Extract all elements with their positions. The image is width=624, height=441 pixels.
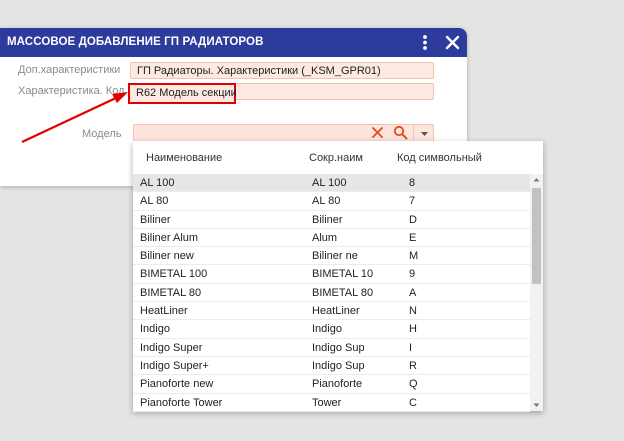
item-code: A (409, 286, 417, 299)
characteristic-code-highlight[interactable]: R62 Модель секции (128, 83, 237, 104)
item-short-name: Biliner (312, 213, 343, 226)
item-short-name: Indigo (312, 323, 342, 336)
model-label: Модель (82, 128, 122, 140)
item-name: Biliner Alum (140, 231, 199, 244)
item-name: AL 100 (140, 177, 175, 189)
dropdown-rows: AL 100 AL 100 8 AL 80 AL 80 7 Biliner Biliner D B… (133, 174, 530, 412)
item-short-name: Biliner ne (312, 250, 358, 263)
item-name: AL 80 (140, 195, 169, 208)
item-code: C (409, 396, 417, 409)
dialog-title: МАССОВОЕ ДОБАВЛЕНИЕ ГП РАДИАТОРОВ (7, 36, 264, 48)
dop-characteristics-label: Доп.характеристики (18, 64, 121, 76)
list-item[interactable]: Indigo Indigo H (133, 320, 530, 339)
item-name: Indigo (140, 323, 170, 336)
clear-x-icon[interactable] (371, 126, 384, 139)
item-code: 7 (409, 195, 416, 208)
item-short-name: HeatLiner (312, 305, 360, 318)
item-code: E (409, 231, 417, 244)
item-name: Indigo Super+ (140, 359, 209, 372)
item-short-name: BIMETAL 10 (312, 268, 374, 281)
dop-characteristics-value: ГП Радиаторы. Характеристики (_KSM_GPR01… (137, 65, 381, 77)
list-item[interactable]: Biliner Biliner D (133, 211, 530, 229)
item-short-name: AL 100 (312, 177, 347, 189)
column-header-short-name[interactable]: Сокр.наим (309, 152, 363, 164)
item-short-name: Indigo Sup (312, 359, 365, 372)
characteristic-code-value: R62 Модель секции (136, 87, 237, 99)
list-item[interactable]: HeatLiner HeatLiner N (133, 302, 530, 321)
list-item[interactable]: Indigo Super Indigo Sup I (133, 339, 530, 357)
scroll-down-icon[interactable] (530, 399, 543, 411)
item-name: BIMETAL 100 (140, 268, 208, 281)
list-item[interactable]: Pianoforte new Pianoforte Q (133, 375, 530, 394)
model-dropdown-list: Наименование Сокр.наим Код символьный AL… (133, 141, 543, 412)
item-name: Indigo Super (140, 341, 203, 354)
list-item[interactable]: Pianoforte Tower Tower C (133, 394, 530, 412)
item-code: I (409, 341, 413, 354)
item-code: M (409, 250, 419, 263)
close-icon[interactable] (444, 34, 461, 51)
scrollbar-thumb[interactable] (532, 188, 541, 284)
item-code: D (409, 213, 417, 226)
item-code: 8 (409, 177, 416, 189)
item-short-name: Tower (312, 396, 342, 409)
item-name: HeatLiner (140, 305, 188, 318)
item-short-name: Pianoforte (312, 378, 363, 391)
item-code: 9 (409, 268, 416, 281)
dialog-titlebar: МАССОВОЕ ДОБАВЛЕНИЕ ГП РАДИАТОРОВ (0, 28, 467, 57)
scroll-up-icon[interactable] (530, 174, 543, 186)
list-item[interactable]: Biliner new Biliner ne M (133, 247, 530, 266)
item-code: Q (409, 378, 418, 391)
list-item[interactable]: Biliner Alum Alum E (133, 229, 530, 248)
list-item[interactable]: BIMETAL 100 BIMETAL 10 9 (133, 265, 530, 284)
item-name: Biliner (140, 213, 171, 226)
list-item[interactable]: Indigo Super+ Indigo Sup R (133, 357, 530, 376)
column-header-code[interactable]: Код символьный (397, 152, 482, 164)
dop-characteristics-field[interactable]: ГП Радиаторы. Характеристики (_KSM_GPR01… (130, 62, 434, 79)
item-short-name: Indigo Sup (312, 341, 365, 354)
item-short-name: AL 80 (312, 195, 341, 208)
search-icon[interactable] (393, 125, 408, 140)
item-name: Pianoforte Tower (140, 396, 223, 409)
item-code: R (409, 359, 417, 372)
item-short-name: BIMETAL 80 (312, 286, 374, 299)
column-header-name[interactable]: Наименование (146, 152, 222, 164)
vertical-dots-icon[interactable] (418, 34, 432, 51)
list-item[interactable]: AL 80 AL 80 7 (133, 192, 530, 211)
dropdown-header: Наименование Сокр.наим Код символьный (133, 141, 543, 174)
item-short-name: Alum (312, 231, 338, 244)
item-name: Biliner new (140, 250, 194, 263)
scrollbar[interactable] (530, 174, 543, 411)
item-name: Pianoforte new (140, 378, 214, 391)
list-item[interactable]: BIMETAL 80 BIMETAL 80 A (133, 284, 530, 303)
item-name: BIMETAL 80 (140, 286, 202, 299)
list-item[interactable]: AL 100 AL 100 8 (133, 174, 530, 193)
characteristic-code-label: Характеристика. Код (18, 85, 125, 97)
item-code: N (409, 305, 417, 318)
item-code: H (409, 323, 417, 336)
